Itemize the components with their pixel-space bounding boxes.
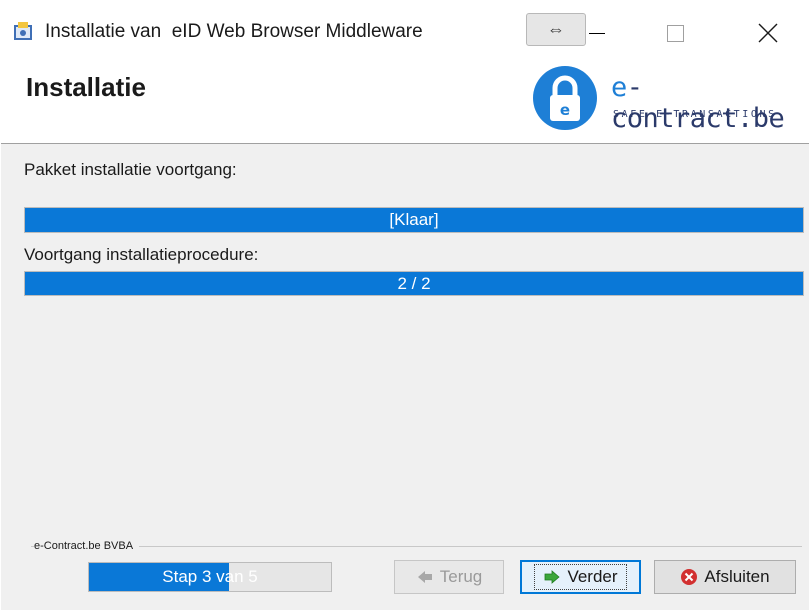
procedure-progress-label: Voortgang installatieprocedure: (24, 245, 259, 264)
next-button-focus: Verder (534, 564, 627, 590)
step-progress-bar: Stap 3 van 5 (88, 562, 332, 592)
padlock-icon: e (533, 66, 597, 130)
package-progress-bar: [Klaar] (24, 207, 804, 233)
maximize-button[interactable] (667, 25, 684, 42)
step-progress-text: Stap 3 van 5 (162, 567, 258, 586)
lock-letter: e (560, 101, 570, 119)
logo-prefix: e (611, 72, 627, 103)
page-title: Installatie (26, 72, 146, 102)
company-label: e-Contract.be BVBA (34, 540, 140, 552)
next-button-label: Verder (567, 567, 618, 586)
next-button[interactable]: Verder (520, 560, 641, 594)
arrow-left-icon (417, 571, 432, 583)
cancel-icon (681, 569, 698, 585)
logo-wordmark: e-contract.be (611, 72, 809, 134)
minimize-button[interactable] (589, 33, 605, 34)
logo-main: -contract.be (611, 72, 785, 134)
procedure-progress-bar: 2 / 2 (24, 271, 804, 296)
installer-app-icon (14, 22, 32, 40)
package-progress-label: Pakket installatie voortgang: (24, 160, 237, 179)
arrow-right-icon (545, 570, 561, 584)
footer-divider (31, 546, 802, 547)
back-button-label: Terug (439, 567, 483, 586)
procedure-progress-status: 2 / 2 (397, 274, 431, 293)
installer-window: Installatie van eID Web Browser Middlewa… (0, 0, 809, 610)
exit-button-label: Afsluiten (704, 567, 770, 586)
package-progress-status: [Klaar] (389, 210, 439, 229)
page-header: Installatie e e-contract.be SAFE E-TRANS… (1, 64, 809, 144)
exit-button[interactable]: Afsluiten (654, 560, 796, 594)
close-icon[interactable] (754, 19, 782, 47)
logo-tagline: SAFE E-TRANSACTIONS (613, 109, 777, 120)
title-bar: Installatie van eID Web Browser Middlewa… (1, 0, 809, 64)
window-title: Installatie van eID Web Browser Middlewa… (45, 21, 423, 42)
swap-arrows-button[interactable]: ⇔ (526, 13, 586, 46)
e-contract-logo: e e-contract.be SAFE E-TRANSACTIONS (533, 64, 809, 134)
back-button[interactable]: Terug (394, 560, 504, 594)
